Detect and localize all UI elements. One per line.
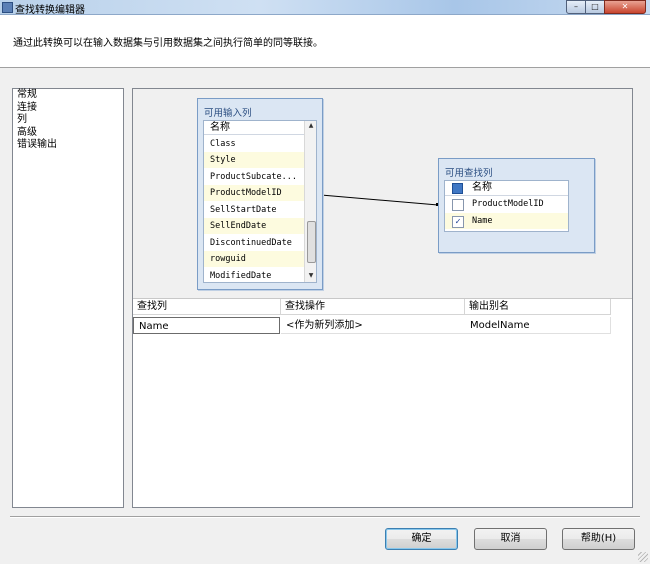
lookup-columns-title: 可用查找列 <box>445 168 493 179</box>
resize-grip-icon[interactable] <box>638 552 648 562</box>
app-icon <box>2 2 13 13</box>
lookup-column-row[interactable]: ✓ Name <box>445 213 568 229</box>
input-column-row[interactable]: ModifiedDate <box>204 268 304 282</box>
input-columns-scrollbar[interactable]: ▲ ▼ <box>304 121 316 282</box>
grid-header-lookup-operation: 查找操作 <box>281 299 465 315</box>
lookup-column-label: Name <box>472 216 493 226</box>
lookup-columns-list[interactable]: 名称 ProductModelID ✓ Name <box>444 180 569 232</box>
nav-item-general[interactable]: 常规 <box>13 89 123 102</box>
lookup-name-header: 名称 <box>472 182 492 193</box>
nav-item-columns[interactable]: 列 <box>13 114 123 127</box>
cancel-button[interactable]: 取消 <box>474 528 547 550</box>
maximize-button[interactable]: □ <box>585 0 605 14</box>
input-column-row[interactable]: ProductSubcate... <box>204 169 304 185</box>
nav-item-error-output[interactable]: 错误输出 <box>13 139 123 152</box>
grid-cell-output-alias[interactable]: ModelName <box>465 317 611 334</box>
scroll-down-icon[interactable]: ▼ <box>305 271 316 281</box>
grid-header-output-alias: 输出别名 <box>465 299 611 315</box>
scroll-up-icon[interactable]: ▲ <box>305 121 316 131</box>
input-column-row[interactable]: SellEndDate <box>204 218 304 234</box>
nav-item-connection[interactable]: 连接 <box>13 102 123 115</box>
input-column-row[interactable]: Class <box>204 136 304 152</box>
scroll-thumb[interactable] <box>307 221 316 263</box>
input-column-row[interactable]: ProductModelID <box>204 185 304 201</box>
input-column-row[interactable]: DiscontinuedDate <box>204 235 304 251</box>
window-title: 查找转换编辑器 <box>15 5 85 16</box>
input-column-row[interactable]: SellStartDate <box>204 202 304 218</box>
ok-button[interactable]: 确定 <box>385 528 458 550</box>
select-all-checkbox-icon[interactable] <box>452 183 463 194</box>
input-column-row[interactable]: Style <box>204 152 304 168</box>
footer-separator <box>10 516 640 518</box>
header: 通过此转换可以在输入数据集与引用数据集之间执行简单的同等联接。 <box>0 15 650 68</box>
header-description: 通过此转换可以在输入数据集与引用数据集之间执行简单的同等联接。 <box>13 38 323 49</box>
mapping-canvas: 可用输入列 名称 Class Style ProductSubcate... P… <box>133 89 632 299</box>
grid-header-lookup-column: 查找列 <box>133 299 281 315</box>
lookup-row-checkbox-checked[interactable]: ✓ <box>452 216 464 228</box>
title-bar[interactable]: 查找转换编辑器 – □ ✕ <box>0 0 650 16</box>
nav-item-advanced[interactable]: 高级 <box>13 127 123 140</box>
input-column-row[interactable]: rowguid <box>204 251 304 267</box>
grid-cell-lookup-column[interactable]: Name <box>133 317 280 334</box>
lookup-column-row[interactable]: ProductModelID <box>445 196 568 212</box>
lookup-grid: 查找列 查找操作 输出别名 Name <作为新列添加> ModelName <box>133 299 632 507</box>
available-input-columns[interactable]: 可用输入列 名称 Class Style ProductSubcate... P… <box>197 98 323 290</box>
close-button[interactable]: ✕ <box>604 0 646 14</box>
nav-list: 常规 连接 列 高级 错误输出 <box>12 88 124 508</box>
columns-panel: 可用输入列 名称 Class Style ProductSubcate... P… <box>132 88 633 508</box>
input-columns-list[interactable]: 名称 Class Style ProductSubcate... Product… <box>203 120 317 283</box>
input-columns-title: 可用输入列 <box>204 108 252 119</box>
lookup-header-row: 名称 <box>445 181 568 196</box>
lookup-column-label: ProductModelID <box>472 199 544 209</box>
input-name-header: 名称 <box>204 121 304 135</box>
grid-cell-lookup-operation[interactable]: <作为新列添加> <box>281 317 465 334</box>
available-lookup-columns[interactable]: 可用查找列 名称 ProductModelID ✓ Name <box>438 158 595 253</box>
lookup-row-checkbox[interactable] <box>452 199 464 211</box>
minimize-button[interactable]: – <box>566 0 586 14</box>
help-button[interactable]: 帮助(H) <box>562 528 635 550</box>
